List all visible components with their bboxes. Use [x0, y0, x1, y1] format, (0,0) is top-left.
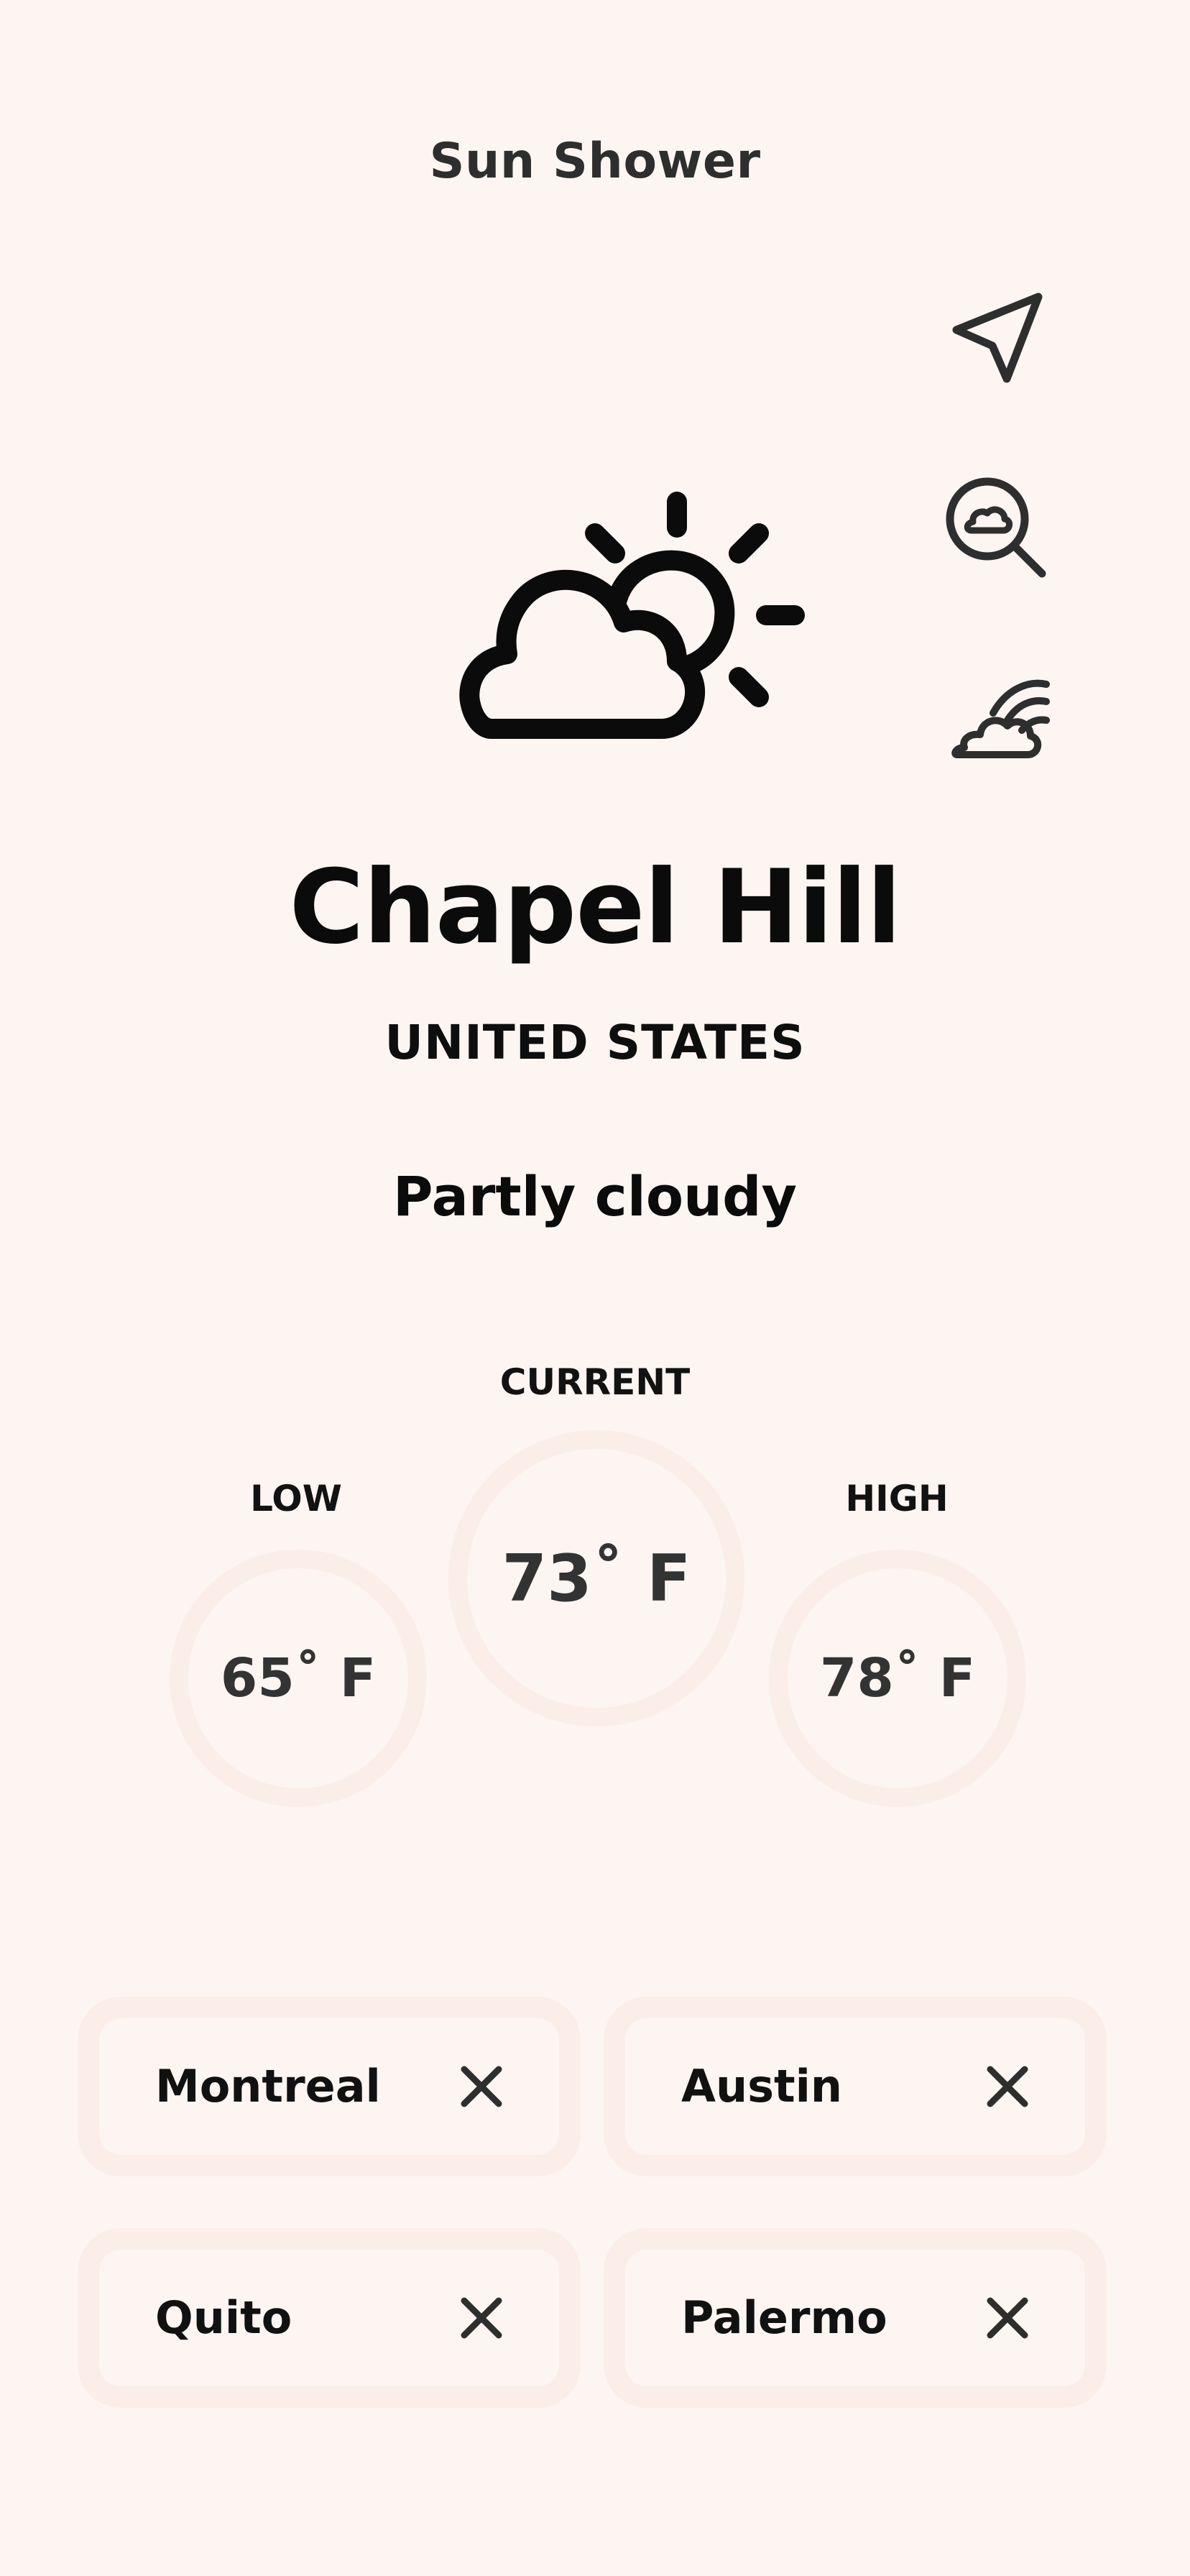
- remove-city-button[interactable]: [969, 2048, 1046, 2125]
- app-title: Sun Shower: [429, 133, 761, 190]
- saved-city-name: Austin: [681, 2060, 843, 2112]
- country-name: UNITED STATES: [384, 1015, 806, 1070]
- current-temp-ring: 73˚ F: [448, 1430, 744, 1726]
- close-icon: [987, 2297, 1028, 2339]
- cloud-wind-icon: [951, 679, 1050, 758]
- saved-city-name: Montreal: [155, 2060, 381, 2112]
- close-icon: [461, 2066, 502, 2107]
- weather-condition: Partly cloudy: [392, 1164, 798, 1228]
- high-temp-label: HIGH: [845, 1478, 949, 1519]
- saved-city-card-quito[interactable]: Quito: [78, 2228, 581, 2408]
- search-weather-button[interactable]: [943, 474, 1051, 582]
- partly-cloudy-icon: [459, 492, 805, 739]
- current-temp-value: 73˚ F: [502, 1540, 691, 1616]
- navigation-arrow-icon: [952, 293, 1043, 383]
- saved-city-card-montreal[interactable]: Montreal: [78, 1997, 581, 2176]
- cloud-search-icon: [946, 477, 1046, 578]
- remove-city-button[interactable]: [969, 2280, 1046, 2356]
- low-temp-ring: 65˚ F: [170, 1550, 427, 1807]
- remove-city-button[interactable]: [443, 2048, 520, 2125]
- saved-city-card-austin[interactable]: Austin: [604, 1997, 1107, 2176]
- saved-city-name: Quito: [155, 2291, 292, 2344]
- high-temp-ring: 78˚ F: [769, 1550, 1026, 1807]
- close-icon: [461, 2297, 502, 2339]
- weather-app: Sun Shower Chapel Hill UNITED STATES Par…: [0, 0, 1190, 2576]
- current-location-button[interactable]: [943, 285, 1051, 392]
- low-temp-value: 65˚ F: [220, 1647, 377, 1709]
- current-temp-label: CURRENT: [499, 1361, 691, 1403]
- saved-city-card-palermo[interactable]: Palermo: [604, 2228, 1107, 2408]
- city-name: Chapel Hill: [289, 848, 901, 967]
- high-temp-value: 78˚ F: [819, 1647, 976, 1709]
- saved-city-name: Palermo: [681, 2291, 887, 2344]
- remove-city-button[interactable]: [443, 2280, 520, 2356]
- close-icon: [987, 2066, 1028, 2107]
- weather-map-button[interactable]: [943, 661, 1051, 769]
- low-temp-label: LOW: [250, 1478, 342, 1519]
